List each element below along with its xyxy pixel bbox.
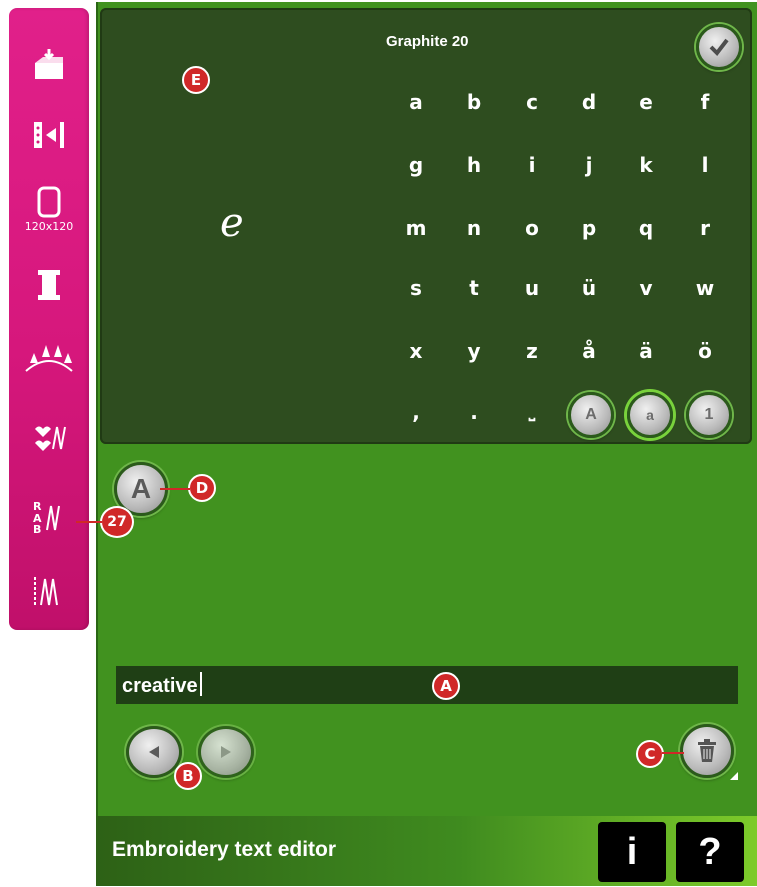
key-comma[interactable]: , <box>391 392 441 432</box>
svg-text:B: B <box>33 523 41 534</box>
info-button[interactable]: i <box>598 822 666 882</box>
sidebar-item-motif[interactable] <box>9 330 89 388</box>
key-s[interactable]: s <box>391 268 441 308</box>
check-icon <box>709 38 729 57</box>
key-e[interactable]: e <box>621 82 671 122</box>
page-title: Embroidery text editor <box>112 838 337 861</box>
jump-stitch-icon <box>34 122 64 148</box>
sidebar-item-stitch-zigzag[interactable] <box>9 562 89 620</box>
sidebar-item-jump-stitch[interactable] <box>9 106 89 164</box>
callout-A: A <box>432 672 460 700</box>
text-preview: e <box>220 200 244 246</box>
key-p[interactable]: p <box>564 208 614 248</box>
hoop-size-label: 120x120 <box>24 219 74 233</box>
key-g[interactable]: g <box>391 145 441 185</box>
key-d[interactable]: d <box>564 82 614 122</box>
callout-d-pointer <box>160 488 190 490</box>
cursor-left-button[interactable] <box>126 726 182 778</box>
sidebar-item-load-design[interactable] <box>9 36 89 94</box>
key-o[interactable]: o <box>507 208 557 248</box>
text-value-content: creative <box>122 675 198 697</box>
key-f[interactable]: f <box>680 82 730 122</box>
key-y[interactable]: y <box>449 331 499 371</box>
callout-27-pointer <box>76 521 102 523</box>
help-button[interactable]: ? <box>676 822 744 882</box>
key-a[interactable]: a <box>391 82 441 122</box>
key-t[interactable]: t <box>449 268 499 308</box>
key-q[interactable]: q <box>621 208 671 248</box>
key-h[interactable]: h <box>449 145 499 185</box>
sidebar-item-thread[interactable] <box>9 256 89 314</box>
text-input-field[interactable]: creative <box>116 666 738 704</box>
key-period[interactable]: . <box>449 392 499 432</box>
key-b[interactable]: b <box>449 82 499 122</box>
text-value: creative <box>122 672 202 698</box>
key-o-umlaut[interactable]: ö <box>680 331 730 371</box>
callout-27: 27 <box>100 506 134 538</box>
key-n[interactable]: n <box>449 208 499 248</box>
key-z[interactable]: z <box>507 331 557 371</box>
delete-button[interactable] <box>680 724 734 778</box>
key-m[interactable]: m <box>391 208 441 248</box>
key-l[interactable]: l <box>680 145 730 185</box>
sidebar-item-stitch-letters[interactable]: R A B <box>9 486 89 544</box>
text-caret <box>199 672 202 696</box>
key-u-umlaut[interactable]: ü <box>564 268 614 308</box>
key-i[interactable]: i <box>507 145 557 185</box>
key-k[interactable]: k <box>621 145 671 185</box>
key-u[interactable]: u <box>507 268 557 308</box>
key-space[interactable]: ⎵ <box>507 392 557 432</box>
trash-icon <box>698 739 716 762</box>
sidebar-item-stitch-heart[interactable] <box>9 408 89 466</box>
stitch-letters-icon: R A B <box>33 500 60 534</box>
sidebar-item-hoop[interactable]: 120x120 <box>9 180 89 238</box>
numbers-mode-button[interactable]: 1 <box>686 392 732 438</box>
arrow-left-icon <box>149 746 159 758</box>
font-name-label: Graphite 20 <box>386 33 469 50</box>
key-j[interactable]: j <box>564 145 614 185</box>
confirm-button[interactable] <box>696 24 742 70</box>
key-r[interactable]: r <box>680 208 730 248</box>
stitch-zigzag-icon <box>34 577 58 606</box>
key-a-umlaut[interactable]: ä <box>621 331 671 371</box>
key-w[interactable]: w <box>680 268 730 308</box>
key-a-ring[interactable]: å <box>564 331 614 371</box>
lowercase-mode-button[interactable]: a <box>627 392 673 438</box>
key-c[interactable]: c <box>507 82 557 122</box>
callout-E: E <box>182 66 210 94</box>
callout-B: B <box>174 762 202 790</box>
stitch-heart-icon <box>35 426 66 451</box>
uppercase-mode-button[interactable]: A <box>568 392 614 438</box>
key-x[interactable]: x <box>391 331 441 371</box>
load-design-icon <box>35 49 63 79</box>
embroidery-motif-icon <box>25 345 73 372</box>
cursor-right-button[interactable] <box>198 726 254 778</box>
thread-spool-icon <box>38 270 60 300</box>
callout-C: C <box>636 740 664 768</box>
arrow-right-icon <box>221 746 231 758</box>
options-corner-icon <box>730 772 738 780</box>
hoop-icon <box>37 186 61 217</box>
callout-c-pointer <box>662 752 684 754</box>
callout-D: D <box>188 474 216 502</box>
key-v[interactable]: v <box>621 268 671 308</box>
sidebar: 120x120 R A B <box>9 8 89 630</box>
